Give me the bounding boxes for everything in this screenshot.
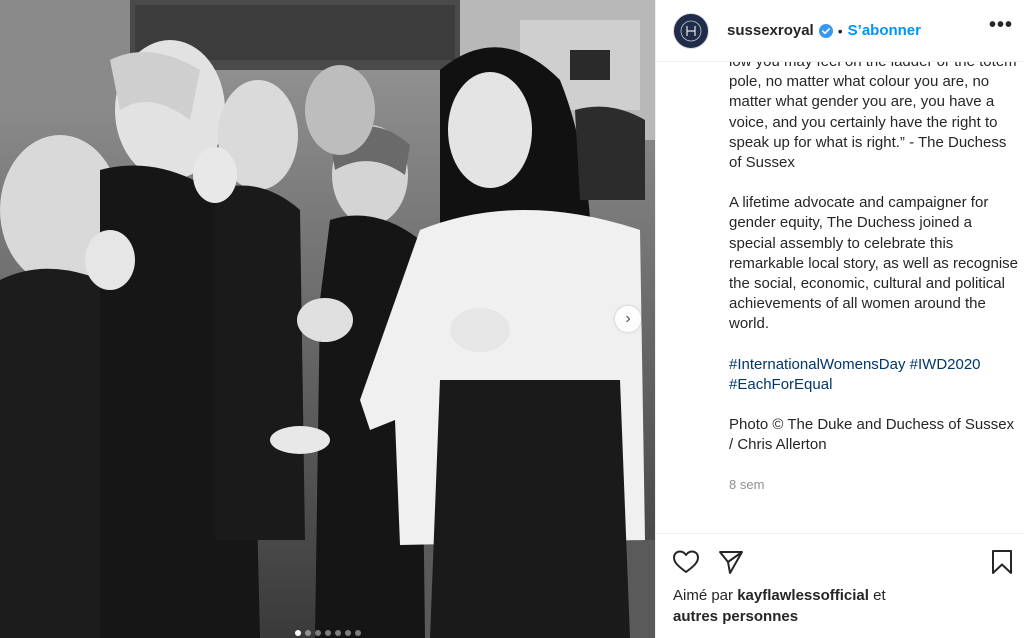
paper-plane-icon[interactable] bbox=[717, 548, 745, 576]
post-header: sussexroyal • S’abonner ••• bbox=[656, 0, 1024, 62]
photo-illustration bbox=[0, 0, 655, 638]
post-side-panel: sussexroyal • S’abonner ••• low you may … bbox=[655, 0, 1024, 638]
liked-by-suffix: et bbox=[873, 587, 886, 604]
chevron-right-icon: › bbox=[625, 310, 631, 327]
follow-button[interactable]: S’abonner bbox=[848, 22, 921, 39]
caption-quote: low you may feel on the ladder or the to… bbox=[729, 62, 1017, 172]
caption-paragraph: A lifetime advocate and campaigner for g… bbox=[729, 194, 1019, 333]
avatar[interactable] bbox=[673, 12, 709, 49]
caption-hashtags: #InternationalWomensDay #IWD2020 #EachFo… bbox=[729, 355, 1021, 395]
post-timestamp[interactable]: 8 sem bbox=[729, 475, 1021, 495]
carousel-dot bbox=[324, 630, 331, 636]
carousel-dot bbox=[294, 630, 301, 636]
post-caption: low you may feel on the ladder or the to… bbox=[729, 62, 1021, 532]
photo-credit: Photo © The Duke and Duchess of Sussex /… bbox=[729, 416, 1015, 454]
username-link[interactable]: sussexroyal bbox=[727, 22, 814, 39]
post-photo[interactable]: › bbox=[0, 0, 655, 638]
liked-by-prefix: Aimé par bbox=[673, 587, 734, 604]
carousel-indicator bbox=[0, 630, 655, 636]
heart-icon[interactable] bbox=[672, 548, 700, 576]
carousel-dot bbox=[334, 630, 341, 636]
carousel-dot bbox=[314, 630, 321, 636]
hashtag-link[interactable]: #InternationalWomensDay bbox=[729, 356, 905, 373]
carousel-dot bbox=[304, 630, 311, 636]
liked-by-user-link[interactable]: kayflawlessofficial bbox=[737, 587, 869, 604]
next-photo-button[interactable]: › bbox=[615, 306, 641, 332]
carousel-dot bbox=[344, 630, 351, 636]
header-separator: • bbox=[837, 22, 843, 39]
carousel-dot bbox=[354, 630, 361, 636]
monogram-logo bbox=[680, 20, 702, 41]
more-options-icon[interactable]: ••• bbox=[989, 14, 1013, 37]
hashtag-link[interactable]: #EachForEqual bbox=[729, 376, 832, 393]
post-actions: Aimé par kayflawlessofficial et autres p… bbox=[656, 533, 1024, 638]
liked-by-summary: Aimé par kayflawlessofficial et autres p… bbox=[673, 586, 993, 627]
bookmark-icon[interactable] bbox=[988, 548, 1016, 576]
verified-badge-icon bbox=[818, 23, 833, 38]
hashtag-link[interactable]: #IWD2020 bbox=[910, 356, 981, 373]
liked-by-others-link[interactable]: autres personnes bbox=[673, 608, 798, 625]
